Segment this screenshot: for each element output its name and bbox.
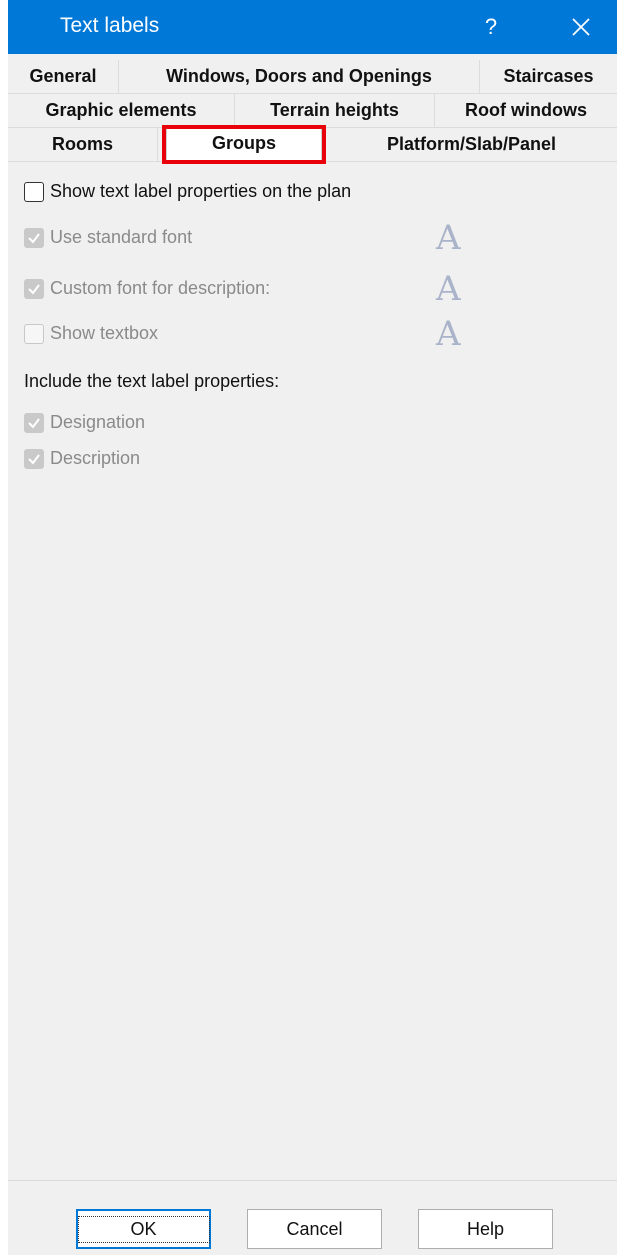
show-on-plan-label: Show text label properties on the plan	[50, 181, 352, 201]
checkmark-icon	[28, 453, 40, 465]
custom-font-option[interactable]: Custom font for description:	[24, 278, 270, 299]
show-on-plan-checkbox[interactable]	[24, 181, 44, 202]
window-title: Text labels	[60, 14, 160, 37]
standard-font-option[interactable]: Use standard font	[24, 227, 192, 248]
designation-option[interactable]: Designation	[24, 412, 145, 433]
help-button[interactable]: Help	[418, 1209, 553, 1249]
tab-roof-windows[interactable]: Roof windows	[435, 94, 617, 127]
custom-font-checkbox[interactable]	[24, 278, 44, 299]
title-bar: Text labels ?	[8, 0, 617, 54]
tab-platform-slab-panel[interactable]: Platform/Slab/Panel	[326, 128, 617, 161]
description-checkbox[interactable]	[24, 448, 44, 469]
font-a-icon[interactable]: A	[436, 221, 461, 255]
font-a-icon[interactable]: A	[436, 272, 461, 306]
cancel-button-label: Cancel	[286, 1218, 343, 1239]
cancel-button[interactable]: Cancel	[247, 1209, 382, 1249]
title-help-button[interactable]: ?	[466, 0, 516, 54]
tab-general[interactable]: General	[8, 60, 119, 93]
checkmark-icon	[28, 283, 40, 295]
tab-windows-doors-openings[interactable]: Windows, Doors and Openings	[119, 60, 480, 93]
show-textbox-option[interactable]: Show textbox	[24, 323, 158, 344]
description-option[interactable]: Description	[24, 448, 140, 469]
designation-checkbox[interactable]	[24, 412, 44, 433]
close-button[interactable]	[556, 0, 606, 54]
custom-font-label: Custom font for description:	[50, 278, 271, 298]
active-tab-highlight	[162, 125, 326, 164]
checkmark-icon	[28, 232, 40, 244]
ok-button[interactable]: OK	[76, 1209, 211, 1249]
show-textbox-label: Show textbox	[50, 323, 159, 343]
standard-font-label: Use standard font	[50, 227, 193, 247]
show-on-plan-option[interactable]: Show text label properties on the plan	[24, 181, 351, 202]
footer-divider	[8, 1180, 617, 1181]
description-label: Description	[50, 448, 141, 468]
tab-row-2: Graphic elements Terrain heights Roof wi…	[8, 94, 617, 128]
question-icon: ?	[484, 14, 498, 39]
help-button-label: Help	[466, 1218, 505, 1239]
ok-button-label: OK	[77, 1215, 210, 1243]
show-textbox-checkbox[interactable]	[24, 323, 44, 344]
checkmark-icon	[28, 417, 40, 429]
tab-staircases[interactable]: Staircases	[480, 60, 617, 93]
font-a-icon[interactable]: A	[436, 317, 461, 351]
close-icon	[572, 18, 590, 36]
standard-font-checkbox[interactable]	[24, 227, 44, 248]
include-properties-heading: Include the text label properties:	[24, 371, 280, 391]
tab-terrain-heights[interactable]: Terrain heights	[235, 94, 435, 127]
tab-row-1: General Windows, Doors and Openings Stai…	[8, 60, 617, 94]
designation-label: Designation	[50, 412, 146, 432]
text-labels-dialog: Text labels ? General Windows, Doors and…	[8, 0, 617, 1255]
tab-graphic-elements[interactable]: Graphic elements	[8, 94, 235, 127]
tab-rooms[interactable]: Rooms	[8, 128, 158, 161]
